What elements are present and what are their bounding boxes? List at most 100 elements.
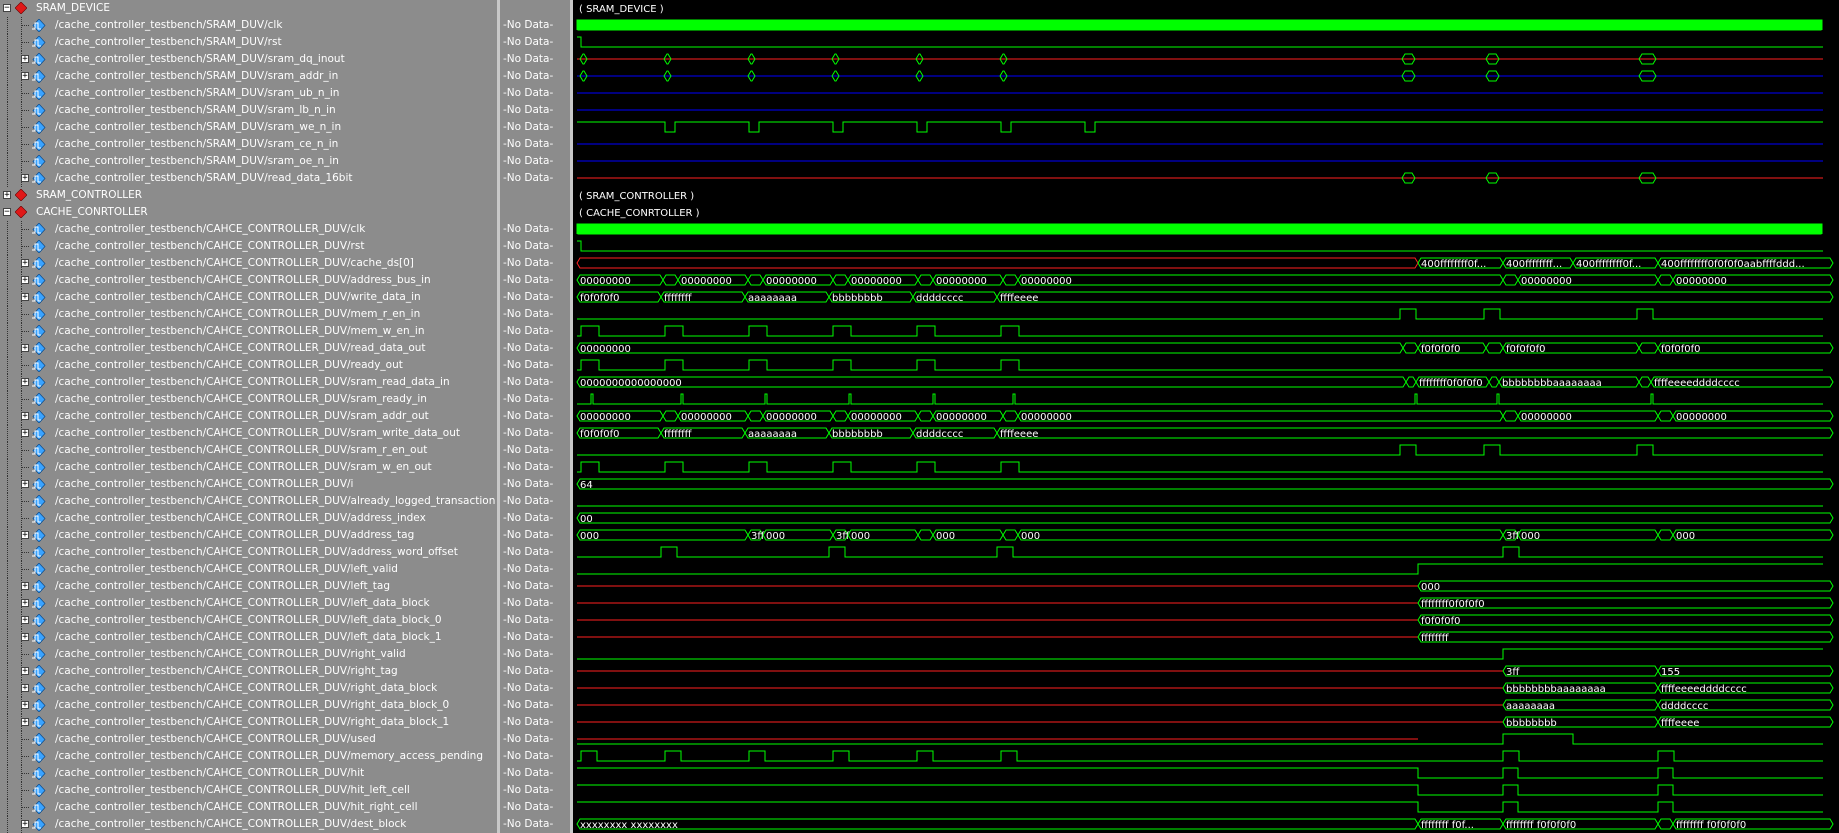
signal-row[interactable]: /cache_controller_testbench/CAHCE_CONTRO… <box>0 748 497 765</box>
expand-icon[interactable]: + <box>21 701 29 710</box>
signal-value: -No Data- <box>503 19 554 31</box>
tree-line <box>3 714 13 731</box>
signal-row[interactable]: /cache_controller_testbench/CAHCE_CONTRO… <box>0 765 497 782</box>
signal-row[interactable]: /cache_controller_testbench/CAHCE_CONTRO… <box>0 238 497 255</box>
expand-icon[interactable]: + <box>21 412 29 421</box>
signal-row[interactable]: + /cache_controller_testbench/CAHCE_CONTR… <box>0 425 497 442</box>
expand-icon[interactable]: + <box>3 191 11 200</box>
signal-name: /cache_controller_testbench/SRAM_DUV/sra… <box>55 138 339 150</box>
signal-row[interactable]: /cache_controller_testbench/CAHCE_CONTRO… <box>0 510 497 527</box>
expand-icon[interactable]: + <box>21 259 29 268</box>
signal-row[interactable]: /cache_controller_testbench/CAHCE_CONTRO… <box>0 731 497 748</box>
signal-wave-icon <box>32 342 46 355</box>
read-data-segment <box>1485 342 1504 354</box>
expand-icon[interactable]: + <box>21 599 29 608</box>
signal-row[interactable]: + /cache_controller_testbench/CAHCE_CONTR… <box>0 578 497 595</box>
signal-name: /cache_controller_testbench/CAHCE_CONTRO… <box>55 478 354 490</box>
expand-icon[interactable]: + <box>21 72 29 81</box>
signal-row[interactable]: /cache_controller_testbench/CAHCE_CONTRO… <box>0 221 497 238</box>
expand-icon[interactable]: + <box>21 684 29 693</box>
signal-row[interactable]: + /cache_controller_testbench/CAHCE_CONTR… <box>0 340 497 357</box>
signal-row[interactable]: + /cache_controller_testbench/SRAM_DUV/sr… <box>0 68 497 85</box>
expand-icon[interactable]: + <box>21 378 29 387</box>
signal-row[interactable]: + /cache_controller_testbench/CAHCE_CONTR… <box>0 408 497 425</box>
signal-row[interactable]: + /cache_controller_testbench/CAHCE_CONTR… <box>0 289 497 306</box>
signal-row[interactable]: /cache_controller_testbench/SRAM_DUV/sra… <box>0 153 497 170</box>
signal-wave-icon <box>32 750 46 763</box>
read-data-segment <box>1638 342 1659 354</box>
write-enable-wave <box>577 325 1823 337</box>
signal-name-pane[interactable]: − SRAM_DEVICE/cache_controller_testbench/… <box>0 0 497 833</box>
signal-wave-icon <box>32 393 46 406</box>
signal-value: -No Data- <box>503 410 554 422</box>
tree-line <box>17 34 29 51</box>
signal-row[interactable]: + /cache_controller_testbench/CAHCE_CONTR… <box>0 612 497 629</box>
expand-icon[interactable]: + <box>21 55 29 64</box>
signal-wave-icon <box>32 546 46 559</box>
signal-value: -No Data- <box>503 393 554 405</box>
signal-row[interactable]: /cache_controller_testbench/CAHCE_CONTRO… <box>0 493 497 510</box>
signal-row[interactable]: /cache_controller_testbench/SRAM_DUV/sra… <box>0 102 497 119</box>
group-row[interactable]: + SRAM_CONTROLLER <box>0 187 497 204</box>
signal-row[interactable]: /cache_controller_testbench/CAHCE_CONTRO… <box>0 391 497 408</box>
signal-row[interactable]: /cache_controller_testbench/SRAM_DUV/sra… <box>0 119 497 136</box>
tree-line <box>17 493 29 510</box>
expand-icon[interactable]: + <box>21 667 29 676</box>
expand-icon[interactable]: + <box>21 480 29 489</box>
signal-row[interactable]: /cache_controller_testbench/CAHCE_CONTRO… <box>0 323 497 340</box>
signal-row[interactable]: /cache_controller_testbench/CAHCE_CONTRO… <box>0 459 497 476</box>
tree-line <box>3 799 13 816</box>
signal-row[interactable]: /cache_controller_testbench/CAHCE_CONTRO… <box>0 782 497 799</box>
sram-ready-wave <box>577 393 1823 405</box>
group-row[interactable]: − SRAM_DEVICE <box>0 0 497 17</box>
waveform-pane[interactable]: ( SRAM_DEVICE ) ( SRAM_CONTROLLER ) ( CACH… <box>573 0 1839 833</box>
expand-icon[interactable]: + <box>21 429 29 438</box>
signal-row[interactable]: + /cache_controller_testbench/CAHCE_CONTR… <box>0 680 497 697</box>
signal-row[interactable]: /cache_controller_testbench/CAHCE_CONTRO… <box>0 357 497 374</box>
expand-icon[interactable]: + <box>21 820 29 829</box>
signal-row[interactable]: + /cache_controller_testbench/CAHCE_CONTR… <box>0 374 497 391</box>
signal-row[interactable]: + /cache_controller_testbench/CAHCE_CONTR… <box>0 663 497 680</box>
address-bus-value-label: 00000000 <box>1521 276 1572 287</box>
signal-row[interactable]: /cache_controller_testbench/SRAM_DUV/rst <box>0 34 497 51</box>
address-tag-segment <box>1017 529 1504 541</box>
signal-row[interactable]: + /cache_controller_testbench/CAHCE_CONTR… <box>0 714 497 731</box>
expand-icon[interactable]: + <box>21 718 29 727</box>
signal-row[interactable]: + /cache_controller_testbench/CAHCE_CONTR… <box>0 255 497 272</box>
collapse-icon[interactable]: − <box>3 208 11 217</box>
signal-row[interactable]: /cache_controller_testbench/CAHCE_CONTRO… <box>0 799 497 816</box>
expand-icon[interactable]: + <box>21 174 29 183</box>
signal-row[interactable]: + /cache_controller_testbench/CAHCE_CONTR… <box>0 476 497 493</box>
sram-read-data-segment <box>1638 376 1652 388</box>
expand-icon[interactable]: + <box>21 633 29 642</box>
expand-icon[interactable]: + <box>21 582 29 591</box>
expand-icon[interactable]: + <box>21 531 29 540</box>
signal-name: /cache_controller_testbench/CAHCE_CONTRO… <box>55 563 398 575</box>
signal-row[interactable]: + /cache_controller_testbench/CAHCE_CONTR… <box>0 527 497 544</box>
signal-row[interactable]: + /cache_controller_testbench/CAHCE_CONTR… <box>0 697 497 714</box>
signal-row[interactable]: + /cache_controller_testbench/CAHCE_CONTR… <box>0 595 497 612</box>
signal-row[interactable]: /cache_controller_testbench/CAHCE_CONTRO… <box>0 442 497 459</box>
signal-row[interactable]: + /cache_controller_testbench/CAHCE_CONTR… <box>0 629 497 646</box>
expand-icon[interactable]: + <box>21 293 29 302</box>
expand-icon[interactable]: + <box>21 344 29 353</box>
signal-row[interactable]: /cache_controller_testbench/CAHCE_CONTRO… <box>0 561 497 578</box>
signal-row[interactable]: + /cache_controller_testbench/CAHCE_CONTR… <box>0 816 497 833</box>
signal-row[interactable]: /cache_controller_testbench/SRAM_DUV/clk <box>0 17 497 34</box>
group-row[interactable]: − CACHE_CONRTOLLER <box>0 204 497 221</box>
signal-row[interactable]: + /cache_controller_testbench/SRAM_DUV/re… <box>0 170 497 187</box>
signal-wave-icon <box>32 223 46 236</box>
signal-row[interactable]: /cache_controller_testbench/CAHCE_CONTRO… <box>0 544 497 561</box>
collapse-icon[interactable]: − <box>3 4 11 13</box>
signal-row[interactable]: /cache_controller_testbench/CAHCE_CONTRO… <box>0 646 497 663</box>
signal-row[interactable]: + /cache_controller_testbench/SRAM_DUV/sr… <box>0 51 497 68</box>
sram-read-data-value-label: ffffffff0f0f0f0 <box>1419 378 1483 389</box>
data-bus-value-label: ffffffff <box>664 293 693 304</box>
signal-row[interactable]: /cache_controller_testbench/SRAM_DUV/sra… <box>0 85 497 102</box>
tree-line <box>17 306 29 323</box>
expand-icon[interactable]: + <box>21 276 29 285</box>
signal-row[interactable]: /cache_controller_testbench/SRAM_DUV/sra… <box>0 136 497 153</box>
signal-row[interactable]: + /cache_controller_testbench/CAHCE_CONTR… <box>0 272 497 289</box>
expand-icon[interactable]: + <box>21 616 29 625</box>
signal-row[interactable]: /cache_controller_testbench/CAHCE_CONTRO… <box>0 306 497 323</box>
